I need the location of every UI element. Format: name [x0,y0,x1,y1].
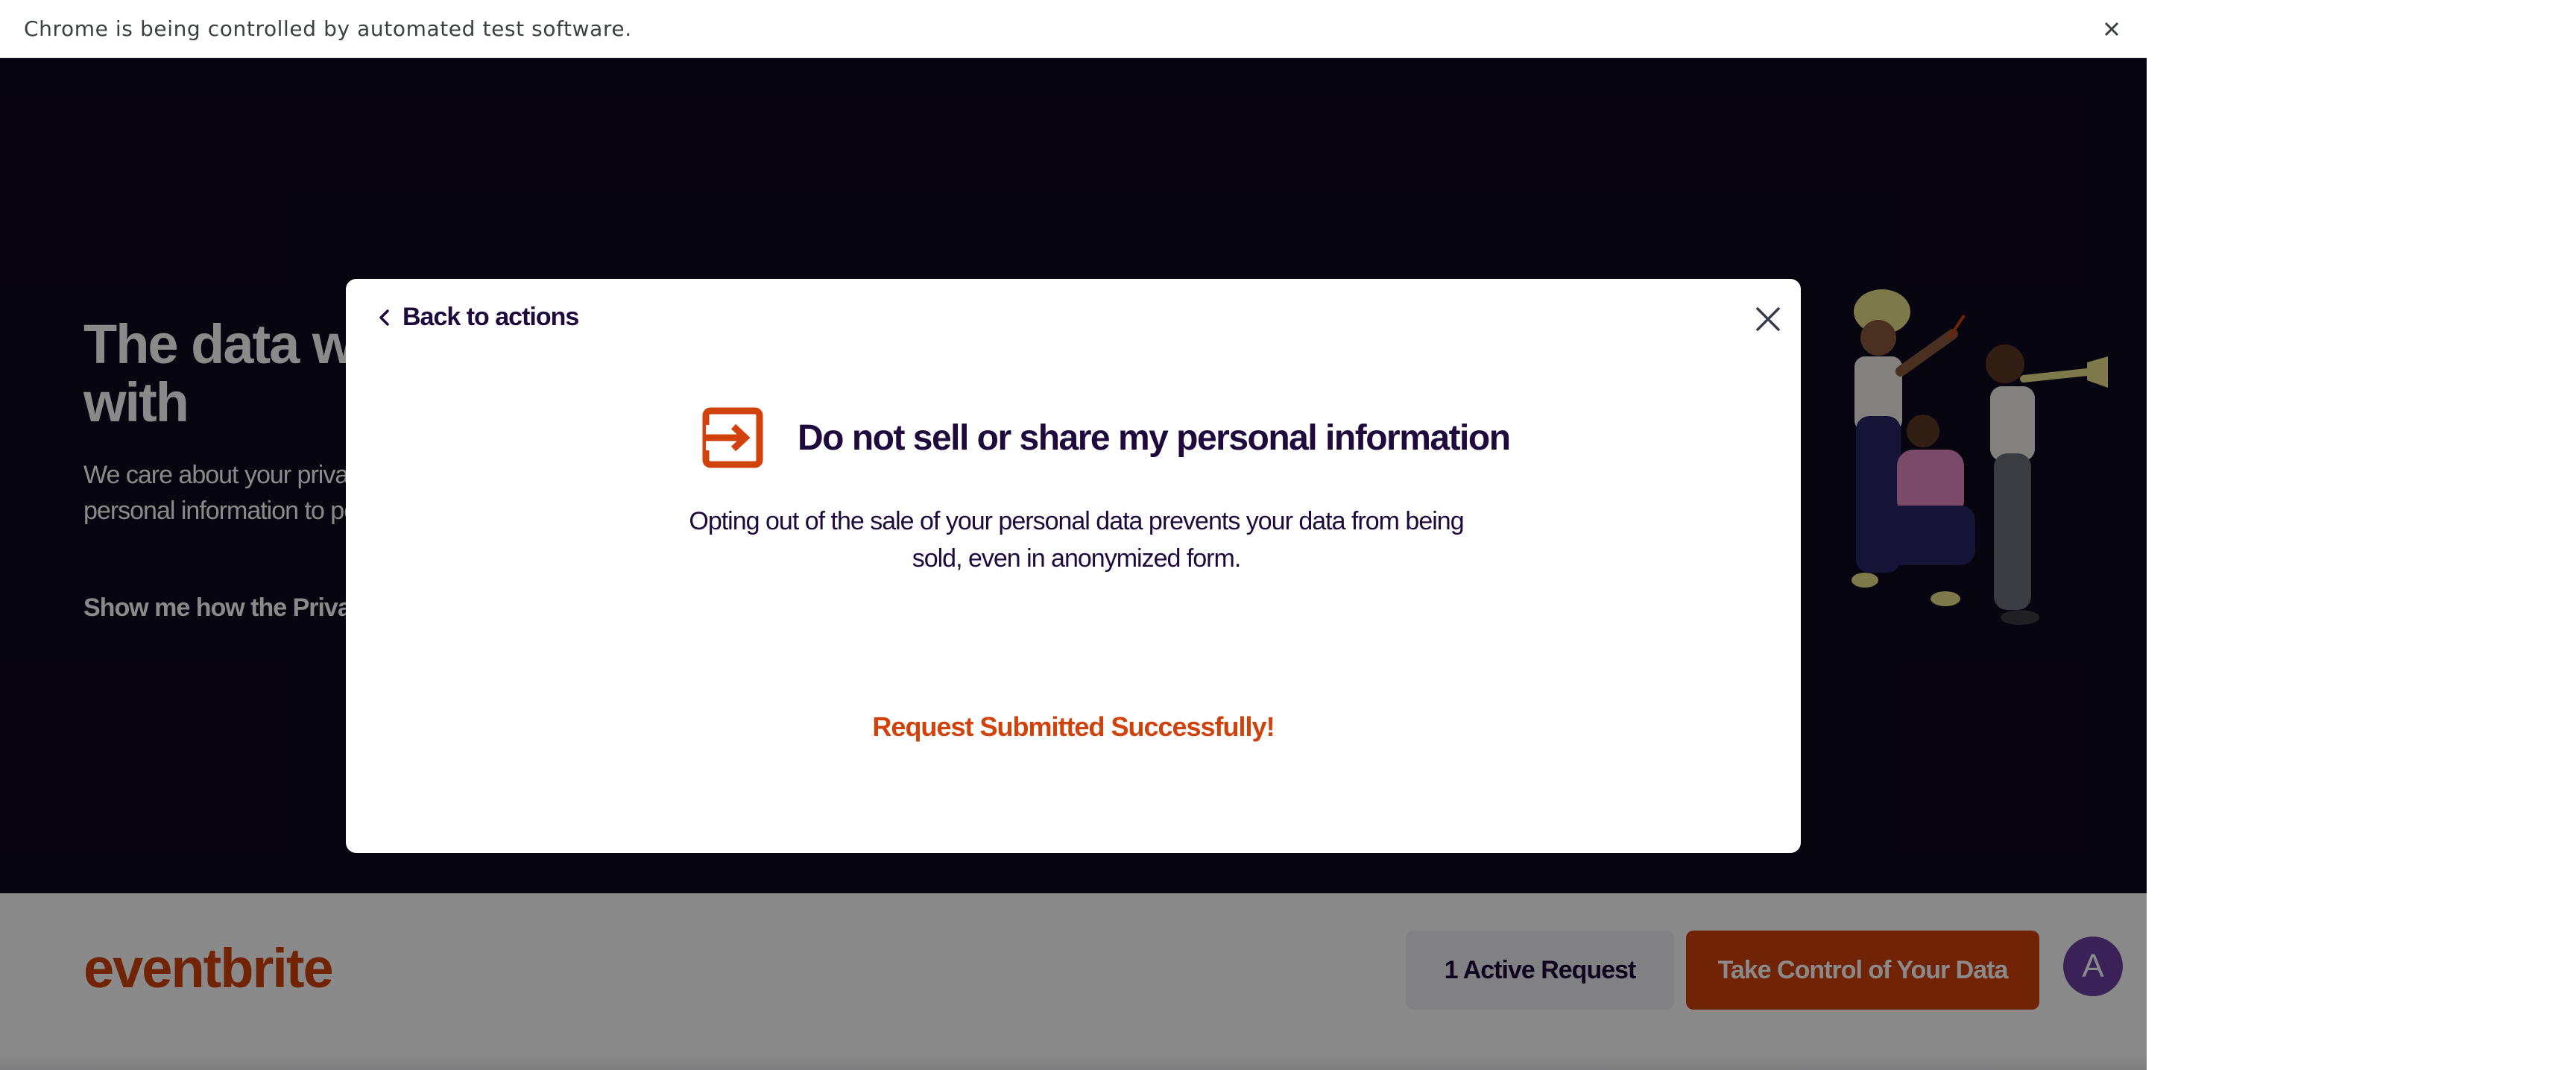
modal-title: Do not sell or share my personal informa… [798,418,1511,458]
modal-header: Do not sell or share my personal informa… [702,407,1511,468]
automation-infobar: Chrome is being controlled by automated … [0,0,2147,58]
modal-description: Opting out of the sale of your personal … [689,507,1464,573]
back-to-actions-link[interactable]: Back to actions [374,303,579,332]
close-icon [2104,22,2119,37]
empty-area [2147,0,2576,1070]
opt-out-modal: Back to actions Do not sell or share my … [346,279,1801,853]
request-status-message: Request Submitted Successfully! [872,711,1275,742]
back-label: Back to actions [402,303,579,331]
infobar-close-button[interactable] [2093,10,2130,48]
infobar-text: Chrome is being controlled by automated … [24,16,632,41]
page-viewport: The data we collect, who we share it wit… [0,58,2147,1070]
chevron-left-icon [379,309,389,326]
close-icon [1756,307,1780,331]
arrow-exit-icon [702,407,763,468]
modal-close-button[interactable] [1746,297,1790,342]
